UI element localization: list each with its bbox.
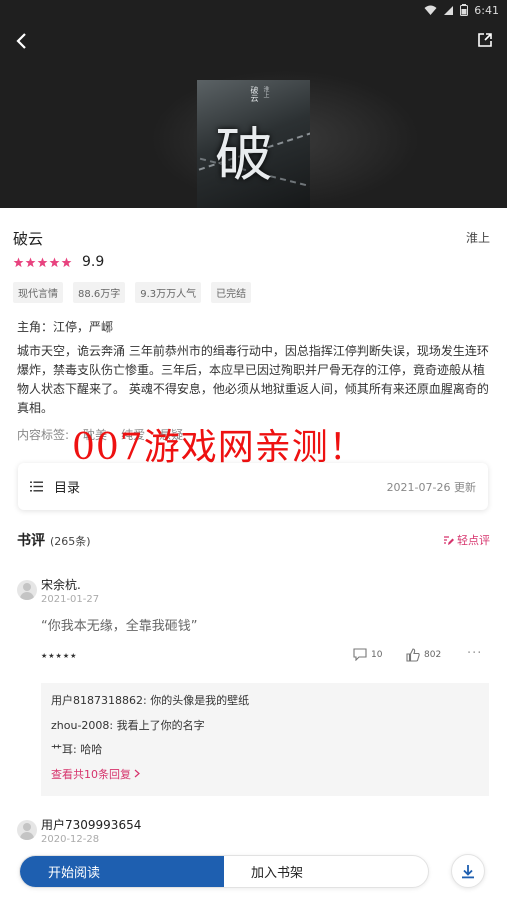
share-button[interactable] bbox=[473, 28, 497, 52]
book-cover-image[interactable]: 破 破云 淮上 bbox=[197, 80, 310, 208]
book-description: 城市天空，诡云奔涌 三年前恭州市的缉毒行动中，因总指挥江停判断失误，现场发生连环… bbox=[17, 344, 489, 415]
content-tags-label: 内容标签: bbox=[17, 428, 70, 442]
thumbs-up-icon bbox=[406, 648, 420, 662]
cover-side-text: 破云 bbox=[250, 86, 259, 102]
book-cover-header: 6:41 破 破云 淮上 bbox=[0, 0, 507, 208]
status-time: 6:41 bbox=[474, 3, 499, 17]
rating-stars bbox=[13, 257, 72, 268]
cover-author-text: 淮上 bbox=[262, 86, 269, 98]
chevron-left-icon bbox=[16, 33, 26, 49]
like-button[interactable]: 802 bbox=[406, 648, 441, 662]
add-to-shelf-button[interactable]: 加入书架 bbox=[224, 856, 428, 887]
protagonist-line: 主角：江停，严峫 bbox=[17, 320, 114, 334]
edit-icon bbox=[444, 535, 454, 545]
avatar[interactable] bbox=[17, 580, 37, 600]
tag-word-count: 88.6万字 bbox=[73, 282, 126, 303]
status-bar: 6:41 bbox=[424, 0, 499, 20]
book-author[interactable]: 淮上 bbox=[466, 229, 490, 246]
battery-icon bbox=[460, 4, 469, 16]
reply-item[interactable]: zhou-2008: 我看上了你的名字 bbox=[51, 717, 479, 742]
review-date: 2021-01-27 bbox=[41, 594, 100, 605]
star-icon bbox=[61, 257, 72, 267]
star-icon bbox=[37, 257, 48, 267]
more-options-icon[interactable]: ··· bbox=[467, 646, 482, 661]
action-button-group: 开始阅读 加入书架 bbox=[19, 855, 429, 888]
wifi-icon bbox=[424, 5, 437, 15]
toc-label: 目录 bbox=[54, 481, 81, 496]
toc-update-date: 2021-07-26 更新 bbox=[386, 480, 476, 494]
review-username[interactable]: 用户7309993654 bbox=[41, 816, 141, 833]
tag-status: 已完结 bbox=[211, 282, 252, 303]
book-title: 破云 bbox=[13, 230, 44, 248]
signal-icon bbox=[444, 5, 454, 15]
reviews-title: 书评 bbox=[17, 533, 45, 549]
review-stars: ★★★★★ bbox=[41, 652, 78, 660]
rating-score: 9.9 bbox=[82, 254, 105, 270]
rating-row: 9.9 bbox=[13, 254, 104, 270]
chevron-right-icon bbox=[134, 769, 140, 778]
start-reading-button[interactable]: 开始阅读 bbox=[20, 856, 224, 887]
back-button[interactable] bbox=[8, 28, 34, 54]
book-tags: 现代言情 88.6万字 9.3万万人气 已完结 bbox=[13, 282, 252, 303]
reviews-header: 书评 (265条) bbox=[17, 530, 91, 550]
comment-button[interactable]: 10 bbox=[353, 648, 382, 661]
star-icon bbox=[13, 257, 24, 267]
reply-item[interactable]: 艹耳: 哈哈 bbox=[51, 741, 479, 766]
download-button[interactable] bbox=[451, 854, 485, 888]
view-more-replies-link[interactable]: 查看共10条回复 bbox=[51, 766, 479, 782]
tag-popularity: 9.3万万人气 bbox=[135, 282, 202, 303]
comment-count: 10 bbox=[371, 649, 383, 660]
like-count: 802 bbox=[424, 650, 442, 660]
list-icon bbox=[30, 480, 44, 494]
replies-box: 用户8187318862: 你的头像是我的壁纸 zhou-2008: 我看上了你… bbox=[41, 683, 489, 796]
table-of-contents-row[interactable]: 目录 2021-07-26 更新 bbox=[18, 463, 488, 510]
review-username[interactable]: 宋余杭. bbox=[41, 576, 81, 593]
tag-genre: 现代言情 bbox=[13, 282, 63, 303]
view-more-replies-label: 查看共10条回复 bbox=[51, 767, 131, 781]
download-icon bbox=[462, 864, 474, 878]
light-review-button[interactable]: 轻点评 bbox=[443, 532, 490, 548]
star-icon bbox=[49, 257, 60, 267]
reviews-count: (265条) bbox=[50, 535, 91, 548]
comment-icon bbox=[353, 648, 367, 661]
avatar[interactable] bbox=[17, 820, 37, 840]
reply-item[interactable]: 用户8187318862: 你的头像是我的壁纸 bbox=[51, 692, 479, 717]
cover-title-char: 破 bbox=[215, 121, 273, 189]
review-text: “你我本无缘，全靠我砸钱” bbox=[41, 619, 198, 634]
share-icon bbox=[478, 33, 492, 47]
star-icon bbox=[25, 257, 36, 267]
light-review-label: 轻点评 bbox=[457, 534, 490, 547]
review-date: 2020-12-28 bbox=[41, 834, 100, 845]
